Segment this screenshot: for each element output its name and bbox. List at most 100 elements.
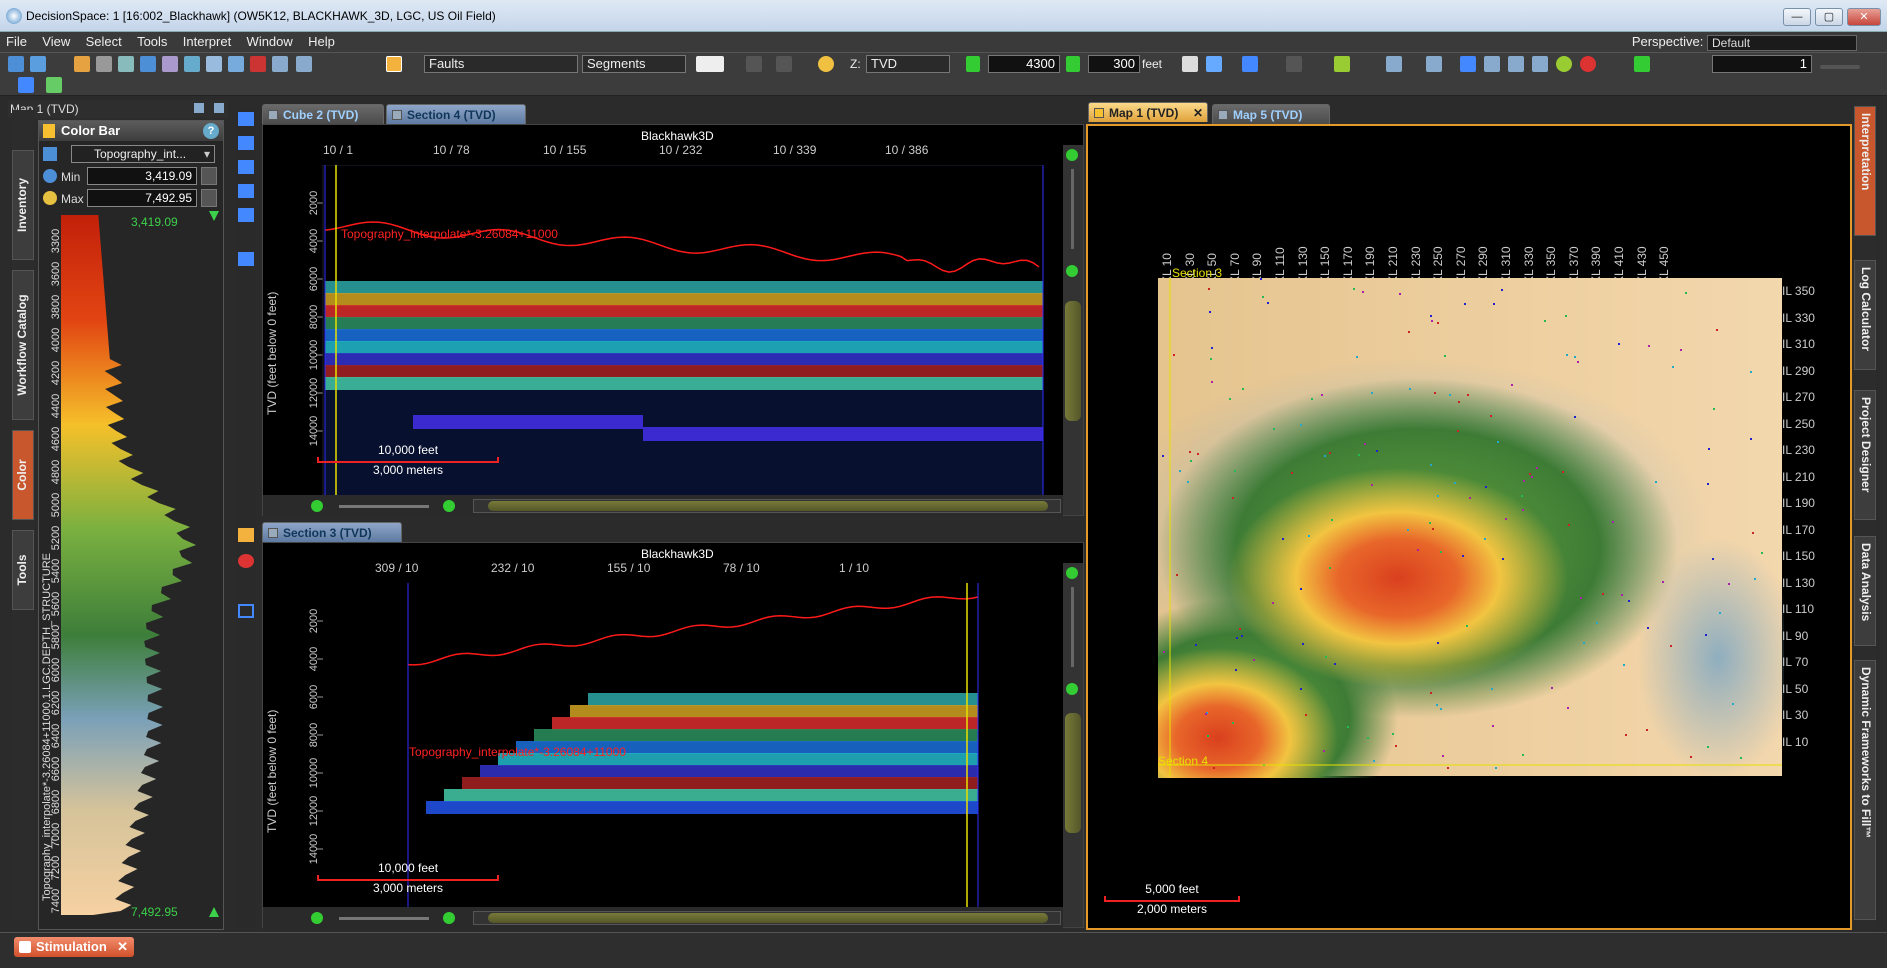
step-back-icon[interactable] [966,56,980,72]
tab-log-calculator[interactable]: Log Calculator [1854,260,1876,370]
tab-color[interactable]: Color [12,430,34,520]
fit-icon[interactable] [238,208,254,222]
record-icon[interactable] [1580,56,1596,72]
depth-field[interactable]: 4300 [988,55,1060,73]
redo-icon[interactable] [776,56,792,72]
ruler-icon[interactable] [140,56,156,72]
zoom-out-icon[interactable] [311,912,323,924]
close-tab-icon[interactable]: ✕ [117,937,128,957]
menu-select[interactable]: Select [80,32,128,51]
menu-tools[interactable]: Tools [131,32,173,51]
bookmark-icon[interactable] [1242,56,1258,72]
zoom-box-icon[interactable] [238,136,254,150]
pin-icon[interactable] [194,103,204,113]
tab-interpretation[interactable]: Interpretation [1854,106,1876,236]
maximize-panel-icon[interactable] [214,103,224,113]
zoom-icon[interactable] [238,112,254,126]
min-reset-button[interactable] [201,167,217,185]
columns-icon[interactable] [1532,56,1548,72]
pencil-icon[interactable] [386,56,402,72]
step-forward-icon[interactable] [1066,56,1080,72]
zoom-out-icon[interactable] [1066,265,1078,277]
grid-icon[interactable] [184,56,200,72]
tab-dynamic-frameworks[interactable]: Dynamic Frameworks to Fill™ [1854,660,1876,920]
close-button[interactable]: ✕ [1847,8,1881,26]
palette-icon[interactable] [43,191,57,205]
bookmark-add-icon[interactable] [1286,56,1302,72]
tab-tools[interactable]: Tools [12,530,34,610]
zoom-in-icon[interactable] [443,912,455,924]
pan-icon[interactable] [238,184,254,198]
tile-icon[interactable] [1508,56,1524,72]
snapshot-icon[interactable] [238,554,254,568]
save-icon[interactable] [30,56,46,72]
undo-icon[interactable] [746,56,762,72]
triangle-icon[interactable] [1460,56,1476,72]
close-tab-icon[interactable]: ✕ [1193,103,1203,123]
target-icon[interactable] [250,56,266,72]
menu-window[interactable]: Window [241,32,299,51]
line-icon[interactable] [1634,56,1650,72]
zoom-in-icon[interactable] [1066,567,1078,579]
zoom-in-icon[interactable] [443,500,455,512]
inventory-icon[interactable] [8,56,24,72]
s4-hscroll-track[interactable] [473,499,1061,513]
zoom-out-icon[interactable] [1066,683,1078,695]
s4-vertical-slider[interactable] [1063,145,1083,515]
tab-data-analysis[interactable]: Data Analysis [1854,536,1876,646]
stimulation-tab[interactable]: Stimulation ✕ [14,937,134,957]
sync-icon[interactable] [1206,56,1222,72]
tab-inventory[interactable]: Inventory [12,150,34,260]
tab-section-4[interactable]: Section 4 (TVD) [386,104,526,124]
faults-select[interactable]: Faults [424,55,578,73]
map-view[interactable]: XL 10 XL 30 XL 50 XL 70 XL 90 XL 110 XL 130 XL … [1086,124,1852,930]
minimize-button[interactable]: — [1783,8,1811,26]
tab-workflow-catalog[interactable]: Workflow Catalog [12,270,34,420]
list-icon[interactable] [43,147,57,161]
globe-icon[interactable] [1556,56,1572,72]
table-icon[interactable] [296,56,312,72]
max-field[interactable]: 7,492.95 [87,189,197,207]
s3-hscroll-thumb[interactable] [488,913,1048,923]
menu-interpret[interactable]: Interpret [177,32,237,51]
section-3-view[interactable]: Blackhawk3D 309 / 10 232 / 10 155 / 10 7… [262,542,1084,929]
min-field[interactable]: 3,419.09 [87,167,197,185]
maximize-button[interactable]: ▢ [1815,8,1843,26]
s3-vscroll-thumb[interactable] [1065,713,1081,833]
cube-icon[interactable] [206,56,222,72]
zoom-in-icon[interactable] [1066,149,1078,161]
refresh-icon[interactable] [43,169,57,183]
measure-icon[interactable] [1386,56,1402,72]
s4-vscroll-thumb[interactable] [1065,301,1081,421]
s3-vertical-slider[interactable] [1063,563,1083,927]
color-swatch[interactable] [696,56,724,72]
menu-view[interactable]: View [36,32,76,51]
tab-map-5[interactable]: Map 5 (TVD) [1212,104,1330,124]
help-icon[interactable]: ? [203,123,219,139]
rotate-icon[interactable] [238,160,254,174]
lock-icon[interactable] [96,56,112,72]
attribute-select[interactable]: Topography_int... ▾ [71,145,215,163]
select-box-icon[interactable] [238,604,254,618]
menu-file[interactable]: File [0,32,33,51]
step-field[interactable]: 300 [1088,55,1140,73]
zoom-out-icon[interactable] [311,500,323,512]
menu-help[interactable]: Help [302,32,341,51]
table-view-icon[interactable] [1426,56,1442,72]
s3-hscroll-track[interactable] [473,911,1061,925]
section-pick-icon[interactable] [238,528,254,542]
s4-hscroll-thumb[interactable] [488,501,1048,511]
pick-icon[interactable] [1334,56,1350,72]
sun-icon[interactable] [818,56,834,72]
cut-icon[interactable] [118,56,134,72]
tab-section-3[interactable]: Section 3 (TVD) [262,522,402,542]
pick-horizon-icon[interactable] [238,252,254,266]
zoom-slider[interactable] [1820,65,1860,69]
crosshair-icon[interactable] [46,77,62,93]
home-icon[interactable] [1182,56,1198,72]
tab-project-designer[interactable]: Project Designer [1854,390,1876,520]
section-4-view[interactable]: Blackhawk3D 10 / 1 10 / 78 10 / 155 10 /… [262,124,1084,517]
grid-toggle-icon[interactable] [18,77,34,93]
well-icon[interactable] [162,56,178,72]
s3-zoom-slider[interactable] [339,917,429,920]
